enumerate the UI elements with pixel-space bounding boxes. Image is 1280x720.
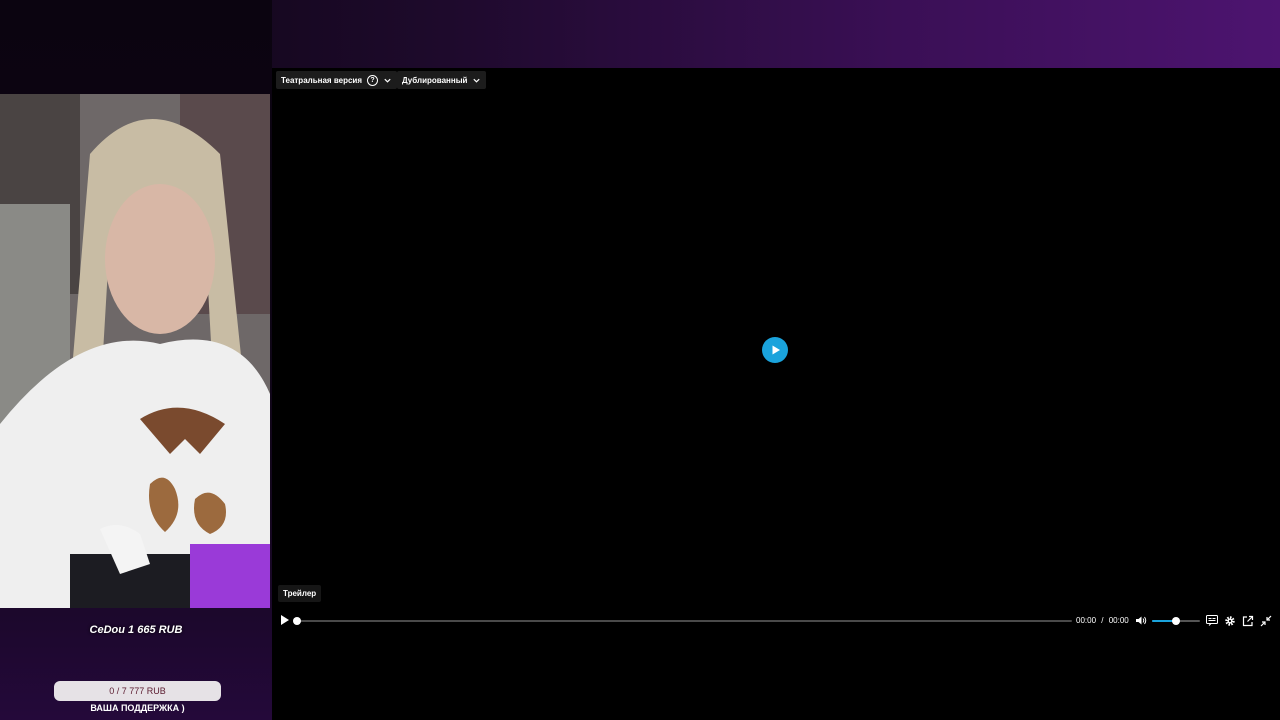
version-dropdown-label: Театральная версия: [281, 75, 362, 85]
volume-icon[interactable]: [1135, 615, 1147, 626]
time-display: 00:00 / 00:00: [1076, 616, 1129, 625]
center-play-button[interactable]: [762, 337, 788, 363]
stream-overlay-panel: CeDou 1 665 RUB 0 / 7 777 RUB ВАША ПОДДЕ…: [0, 0, 272, 720]
chevron-down-icon: [473, 78, 481, 83]
play-icon[interactable]: [280, 614, 290, 626]
gear-icon[interactable]: [1224, 615, 1236, 627]
version-dropdown[interactable]: Театральная версия ?: [276, 71, 397, 89]
volume-thumb[interactable]: [1172, 617, 1180, 625]
collapse-icon[interactable]: [1260, 615, 1272, 627]
webcam-feed: [0, 94, 270, 608]
donation-goal-bar: 0 / 7 777 RUB: [54, 681, 221, 701]
subtitles-icon[interactable]: [1206, 615, 1218, 626]
volume-slider[interactable]: [1152, 617, 1200, 625]
video-player[interactable]: Театральная версия ? Дублированный Трейл…: [272, 68, 1280, 630]
dub-dropdown[interactable]: Дублированный: [397, 71, 487, 89]
play-icon: [772, 345, 780, 355]
dub-dropdown-label: Дублированный: [402, 75, 468, 85]
popout-icon[interactable]: [1242, 615, 1254, 627]
donation-goal-caption: ВАША ПОДДЕРЖКА ): [90, 703, 185, 713]
player-controls: 00:00 / 00:00: [272, 612, 1280, 630]
time-total: 00:00: [1108, 616, 1129, 625]
time-current: 00:00: [1076, 616, 1097, 625]
time-separator: /: [1101, 616, 1104, 625]
trailer-tag: Трейлер: [278, 585, 322, 602]
seek-thumb[interactable]: [293, 617, 301, 625]
help-icon[interactable]: ?: [367, 74, 378, 86]
seek-bar[interactable]: [293, 617, 1072, 625]
last-donation: CeDou 1 665 RUB: [89, 624, 183, 636]
chevron-down-icon: [384, 78, 391, 83]
